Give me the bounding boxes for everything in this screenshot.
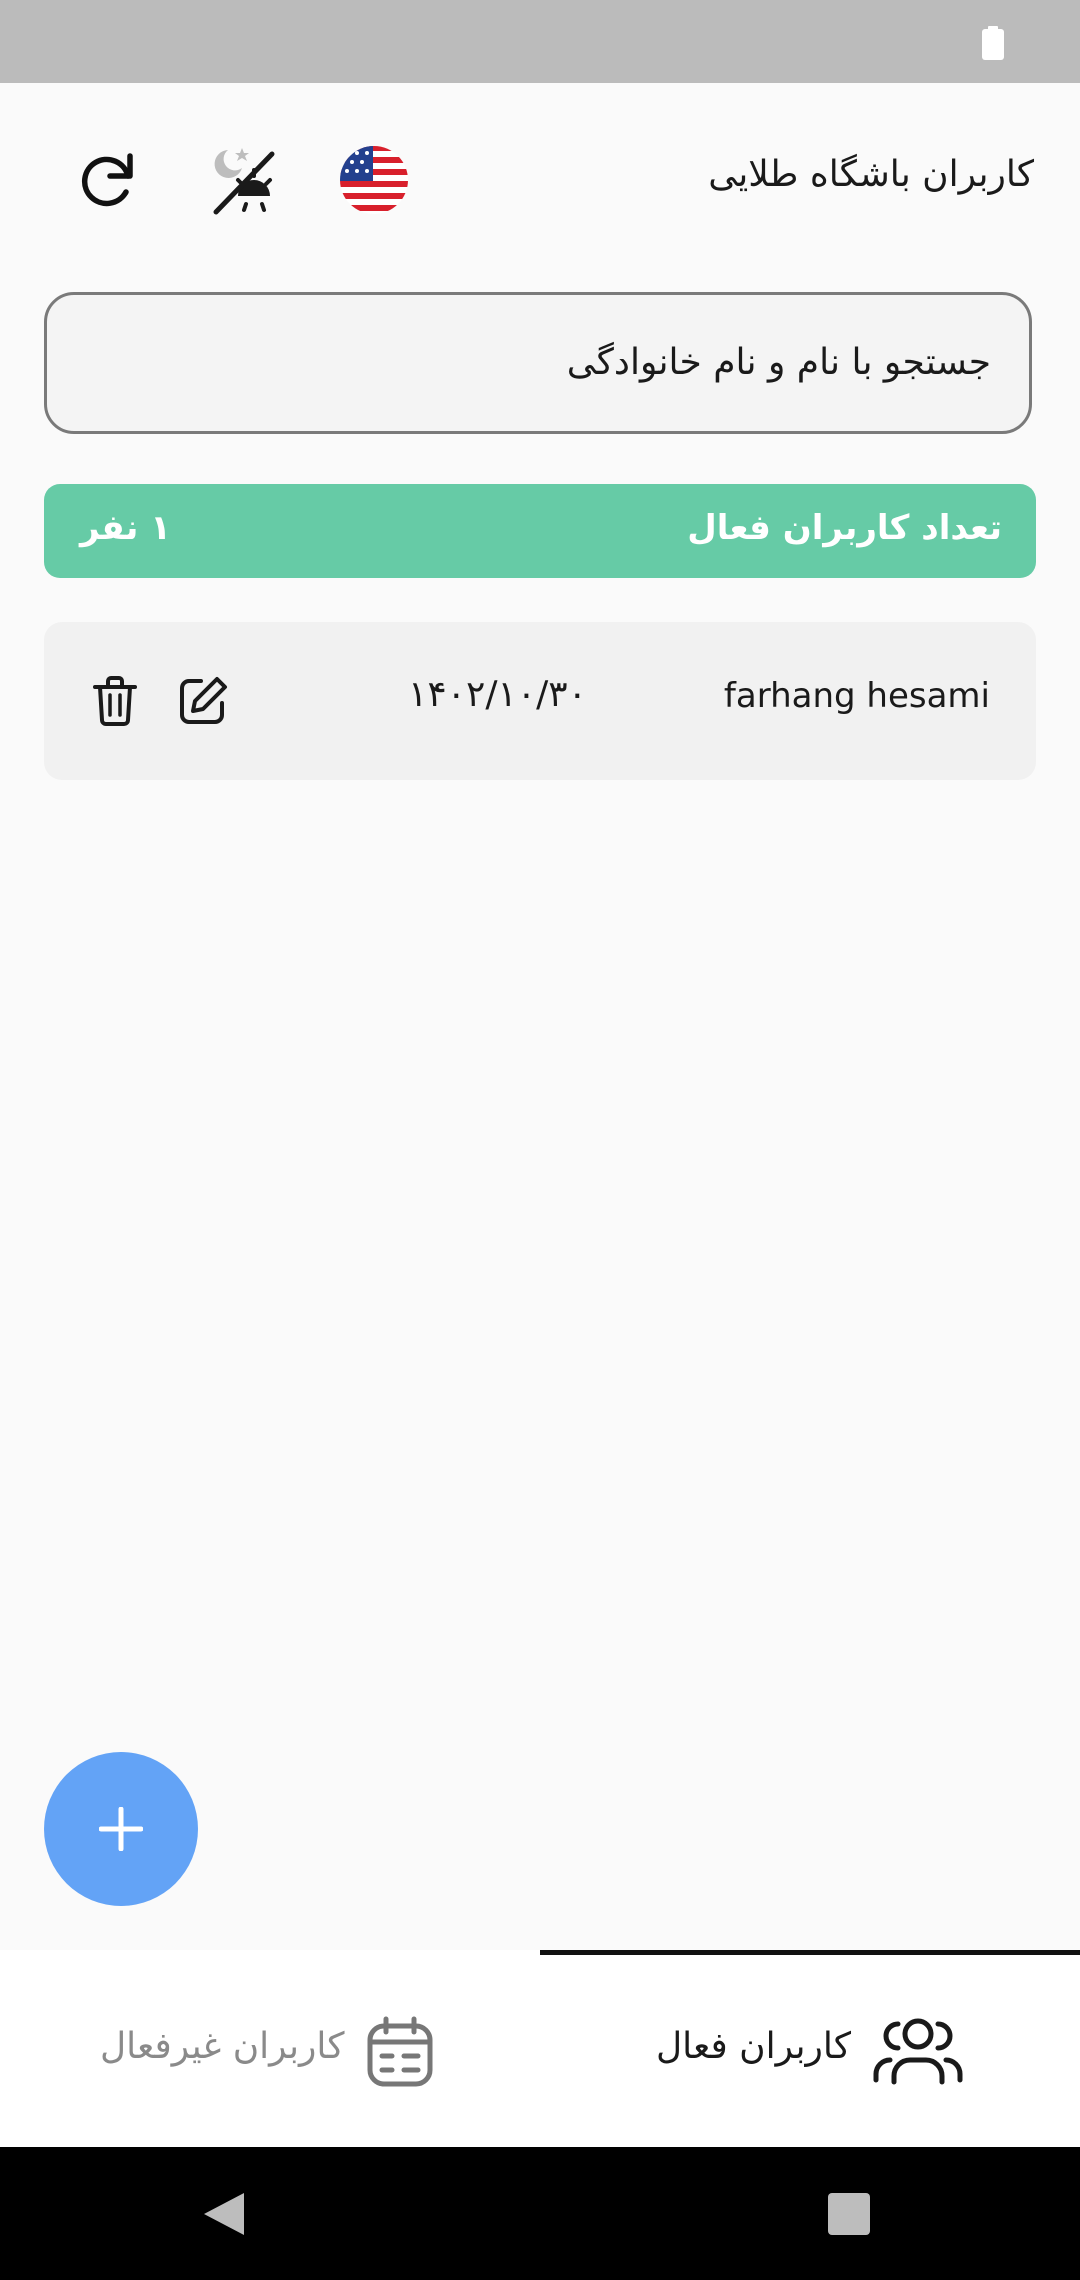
search-placeholder: جستجو با نام و نام خانوادگی: [566, 342, 991, 383]
status-bar: [0, 0, 1080, 83]
calendar-icon: [367, 2016, 433, 2087]
page-title: کاربران باشگاه طلایی: [708, 154, 1034, 195]
add-user-button[interactable]: [44, 1752, 198, 1906]
trash-icon: [93, 676, 137, 726]
header: کاربران باشگاه طلایی: [0, 83, 1080, 283]
refresh-icon: [81, 153, 133, 207]
edit-button[interactable]: [168, 666, 238, 736]
tab-label: کاربران فعال: [656, 2026, 851, 2067]
users-icon: [873, 2018, 963, 2085]
theme-toggle-button[interactable]: [200, 138, 284, 222]
user-name: farhang hesami: [723, 676, 990, 716]
tab-label: کاربران غیرفعال: [100, 2026, 345, 2067]
tab-inactive-users[interactable]: کاربران غیرفعال: [0, 1950, 540, 2147]
edit-icon: [180, 677, 227, 724]
us-flag-icon: [340, 146, 408, 214]
count-value: ۱ نفر: [80, 508, 171, 548]
battery-icon: [982, 26, 1004, 60]
language-button[interactable]: [332, 138, 416, 222]
delete-button[interactable]: [80, 666, 150, 736]
active-users-count-bar: تعداد کاربران فعال ۱ نفر: [44, 484, 1036, 578]
recents-icon[interactable]: [828, 2193, 870, 2235]
search-input[interactable]: جستجو با نام و نام خانوادگی: [44, 292, 1032, 434]
bottom-tab-bar: کاربران فعال کاربران غیرفعال: [0, 1950, 1080, 2147]
system-nav-bar: [0, 2147, 1080, 2280]
list-item[interactable]: farhang hesami ۱۴۰۲/۱۰/۳۰: [44, 622, 1036, 780]
refresh-button[interactable]: [66, 138, 150, 222]
tab-active-users[interactable]: کاربران فعال: [540, 1950, 1080, 2147]
plus-icon: [99, 1807, 143, 1851]
user-date: ۱۴۰۲/۱۰/۳۰: [408, 674, 587, 715]
count-label: تعداد کاربران فعال: [687, 508, 1002, 548]
theme-toggle-icon: [213, 148, 275, 215]
back-icon[interactable]: [200, 2189, 248, 2239]
